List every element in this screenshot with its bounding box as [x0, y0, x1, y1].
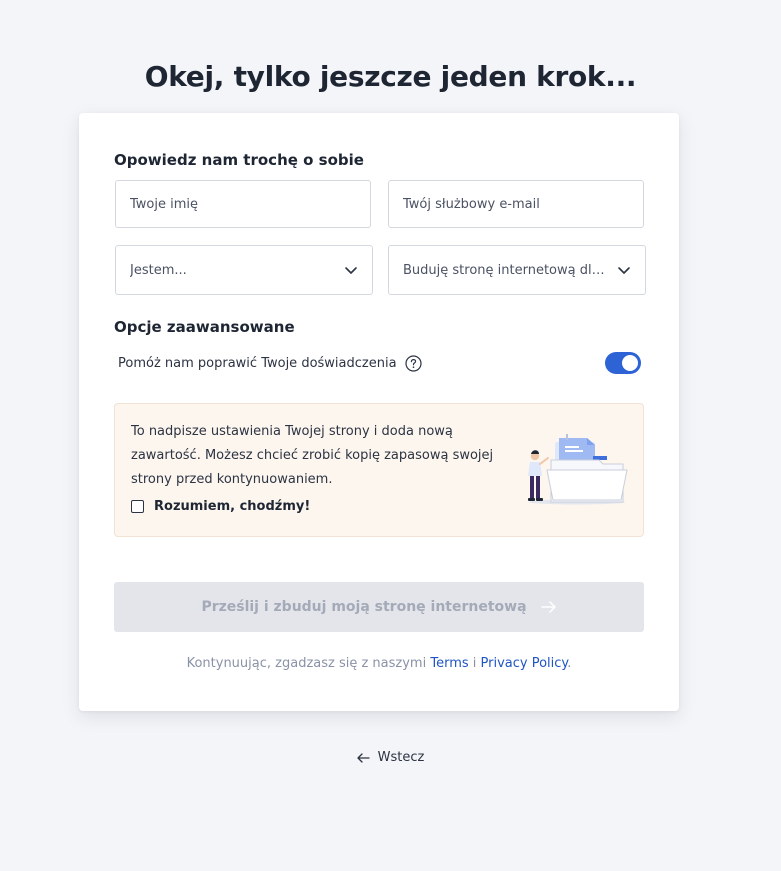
terms-link[interactable]: Terms [430, 656, 468, 671]
overwrite-notice: To nadpisze ustawienia Twojej strony i d… [114, 403, 644, 537]
improve-experience-row: Pomóż nam poprawić Twoje doświadczenia [118, 351, 641, 375]
legal-conjunction: i [468, 656, 481, 671]
confirm-checkbox[interactable] [131, 500, 144, 513]
confirm-checkbox-row[interactable]: Rozumiem, chodźmy! [131, 499, 310, 514]
arrow-right-icon [540, 601, 556, 613]
back-link[interactable]: Wstecz [356, 750, 425, 765]
page-title: Okej, tylko jeszcze jeden krok... [144, 60, 637, 93]
email-input[interactable] [388, 180, 644, 228]
improve-experience-toggle[interactable] [605, 352, 641, 374]
chevron-down-icon [618, 267, 630, 274]
notice-text: To nadpisze ustawienia Twojej strony i d… [131, 424, 494, 487]
privacy-policy-link[interactable]: Privacy Policy [481, 656, 568, 671]
back-label: Wstecz [377, 750, 425, 765]
purpose-select-value: Buduję stronę internetową dla... [403, 262, 609, 278]
legal-prefix: Kontynuując, zgadzasz się z naszymi [186, 656, 431, 671]
submit-build-button[interactable]: Prześlij i zbuduj moją stronę internetow… [114, 582, 644, 632]
legal-notice: Kontynuując, zgadzasz się z naszymi Term… [79, 656, 679, 671]
advanced-section-title: Opcje zaawansowane [114, 318, 295, 336]
chevron-down-icon [345, 267, 357, 274]
folder-illustration-icon [528, 434, 628, 505]
question-circle-icon[interactable] [404, 354, 422, 372]
role-select-value: Jestem... [130, 262, 187, 278]
back-link-row: Wstecz [0, 750, 781, 765]
improve-experience-label: Pomóż nam poprawić Twoje doświadczenia [118, 355, 397, 371]
role-select[interactable]: Jestem... [115, 245, 373, 295]
submit-build-label: Prześlij i zbuduj moją stronę internetow… [201, 599, 527, 615]
legal-suffix: . [567, 656, 572, 671]
confirm-checkbox-label[interactable]: Rozumiem, chodźmy! [154, 499, 310, 514]
about-section-title: Opowiedz nam trochę o sobie [114, 151, 364, 169]
arrow-left-icon [356, 752, 370, 763]
onboarding-card: Opowiedz nam trochę o sobie Jestem... Bu… [79, 113, 679, 711]
purpose-select[interactable]: Buduję stronę internetową dla... [388, 245, 646, 295]
toggle-knob [622, 355, 638, 371]
name-input[interactable] [115, 180, 371, 228]
